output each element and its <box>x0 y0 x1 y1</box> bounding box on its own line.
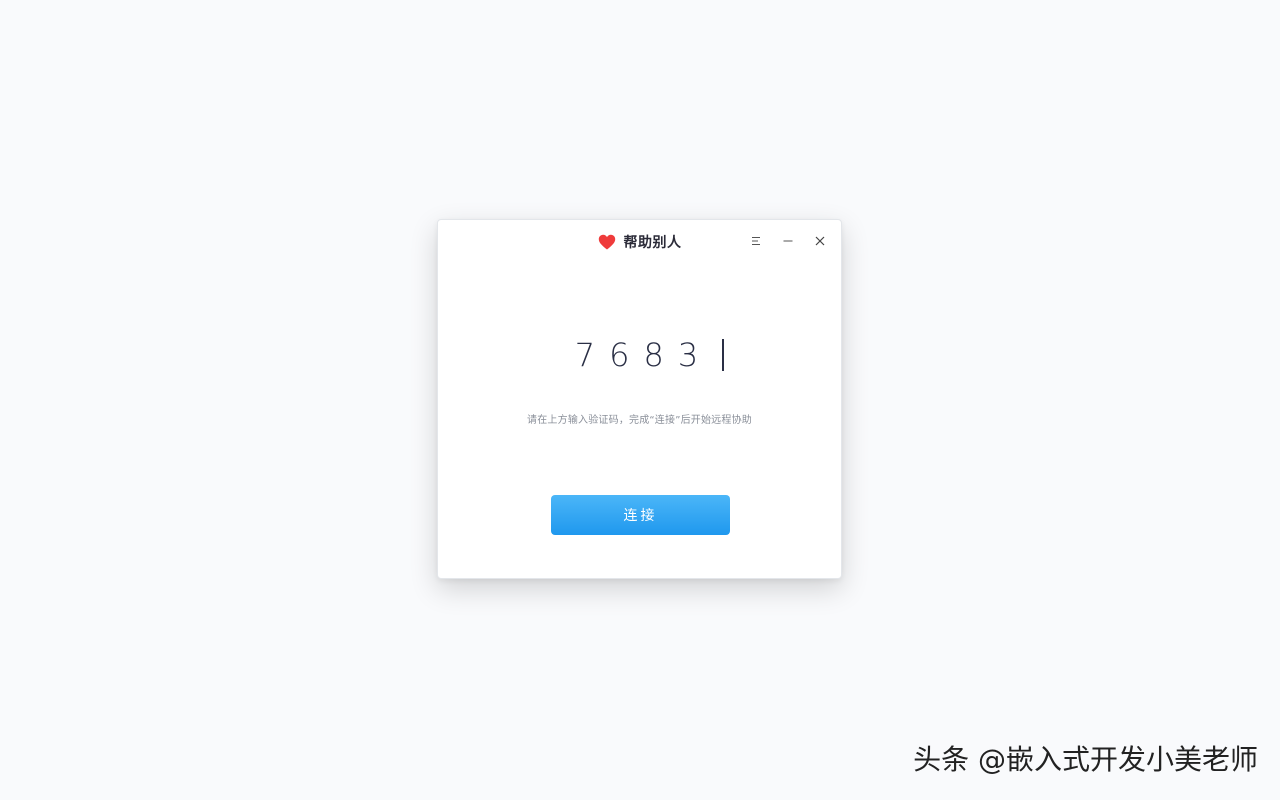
window-controls <box>749 230 827 252</box>
code-value: 7683 <box>574 336 713 374</box>
verification-code-input[interactable]: 7683 <box>438 332 841 378</box>
heart-icon <box>598 234 616 250</box>
close-icon[interactable] <box>813 234 827 248</box>
help-others-dialog: 帮助别人 7683 请在上方输入验证码，完成“连接”后开始远程协助 连接 <box>437 219 842 579</box>
menu-icon[interactable] <box>749 234 763 248</box>
minimize-icon[interactable] <box>781 234 795 248</box>
window-title: 帮助别人 <box>623 235 682 251</box>
connect-button[interactable]: 连接 <box>551 495 730 535</box>
desktop-background: 帮助别人 7683 请在上方输入验证码，完成“连接”后开始远程协助 连接 头条 … <box>0 0 1280 800</box>
watermark: 头条 @嵌入式开发小美老师 <box>913 743 1258 776</box>
title-bar: 帮助别人 <box>438 220 841 262</box>
hint-text: 请在上方输入验证码，完成“连接”后开始远程协助 <box>527 415 752 426</box>
text-caret <box>722 339 725 371</box>
